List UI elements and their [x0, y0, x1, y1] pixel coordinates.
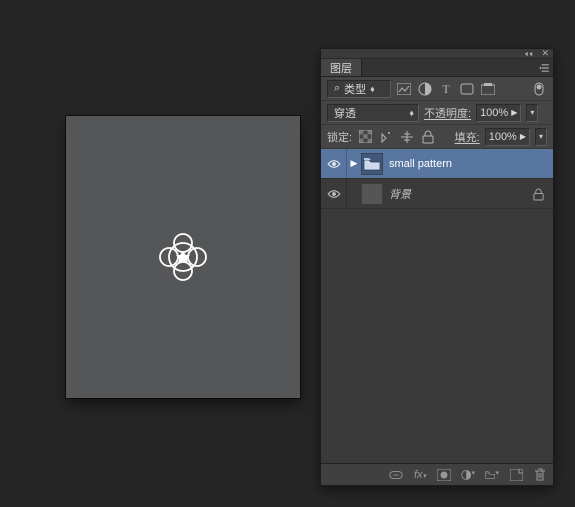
panel-window-controls: ✕ — [321, 49, 553, 59]
layer-mask-icon[interactable] — [437, 468, 451, 482]
canvas-artwork — [155, 229, 211, 285]
layer-thumbnail — [361, 153, 383, 175]
search-icon: ⌕ — [334, 82, 340, 95]
lock-row: 锁定: 填充: 100% ▶ ▾ — [321, 125, 553, 149]
blend-opacity-row: 穿透 ♦ 不透明度: 100% ▶ ▾ — [321, 101, 553, 125]
document-canvas — [66, 116, 300, 398]
lock-transparent-icon[interactable] — [357, 129, 373, 145]
filter-pixel-icon[interactable] — [396, 81, 412, 97]
layer-row-group[interactable]: ▶ small pattern — [321, 149, 553, 179]
filter-type-icon[interactable]: T — [438, 81, 454, 97]
lock-icon — [533, 188, 545, 200]
layers-panel: ✕ 图层 ⌕ 类型 ♦ T — [320, 48, 554, 486]
lock-image-icon[interactable] — [378, 129, 394, 145]
layer-thumbnail — [361, 183, 383, 205]
tab-label: 图层 — [330, 60, 352, 76]
layer-name-label: 背景 — [389, 186, 411, 202]
chevron-updown-icon: ♦ — [409, 108, 414, 118]
filter-kind-select[interactable]: ⌕ 类型 ♦ — [327, 80, 391, 98]
adjustment-layer-icon[interactable]: ▾ — [461, 468, 475, 482]
layers-list: ▶ small pattern 背景 — [321, 149, 553, 463]
lock-label: 锁定: — [327, 129, 352, 145]
filter-kind-label: 类型 — [344, 81, 366, 97]
visibility-toggle[interactable] — [321, 149, 347, 178]
panel-menu-button[interactable] — [535, 59, 553, 76]
chevron-right-icon: ▶ — [511, 108, 517, 117]
new-layer-icon[interactable] — [509, 468, 523, 482]
new-group-icon[interactable]: ▾ — [485, 468, 499, 482]
svg-text:T: T — [442, 82, 450, 96]
expand-arrow-icon[interactable]: ▶ — [347, 158, 361, 169]
lock-all-icon[interactable] — [420, 129, 436, 145]
opacity-dropdown[interactable]: ▾ — [526, 104, 538, 122]
filter-row: ⌕ 类型 ♦ T — [321, 77, 553, 101]
chevron-updown-icon: ♦ — [370, 84, 375, 94]
filter-shape-icon[interactable] — [459, 81, 475, 97]
close-icon[interactable]: ✕ — [541, 48, 549, 59]
fill-value[interactable]: 100% ▶ — [485, 128, 530, 146]
delete-layer-icon[interactable] — [533, 468, 547, 482]
layer-name-label: small pattern — [389, 158, 452, 170]
tab-layers[interactable]: 图层 — [321, 59, 362, 76]
fill-label[interactable]: 填充: — [455, 129, 480, 145]
chevron-right-icon: ▶ — [520, 132, 526, 141]
layer-style-icon[interactable]: fx▾ — [413, 468, 427, 482]
filter-smartobject-icon[interactable] — [480, 81, 496, 97]
opacity-label[interactable]: 不透明度: — [424, 105, 471, 121]
blend-mode-value: 穿透 — [334, 105, 356, 121]
filter-toggle-switch[interactable] — [531, 81, 547, 97]
layer-row-background[interactable]: 背景 — [321, 179, 553, 209]
panel-tabs: 图层 — [321, 59, 553, 77]
link-layers-icon[interactable] — [389, 468, 403, 482]
collapse-icon[interactable] — [524, 51, 533, 57]
visibility-toggle[interactable] — [321, 179, 347, 208]
lock-position-icon[interactable] — [399, 129, 415, 145]
panel-footer: fx▾ ▾ ▾ — [321, 463, 553, 485]
fill-dropdown[interactable]: ▾ — [535, 128, 547, 146]
filter-adjustment-icon[interactable] — [417, 81, 433, 97]
blend-mode-select[interactable]: 穿透 ♦ — [327, 104, 419, 122]
opacity-value[interactable]: 100% ▶ — [476, 104, 521, 122]
